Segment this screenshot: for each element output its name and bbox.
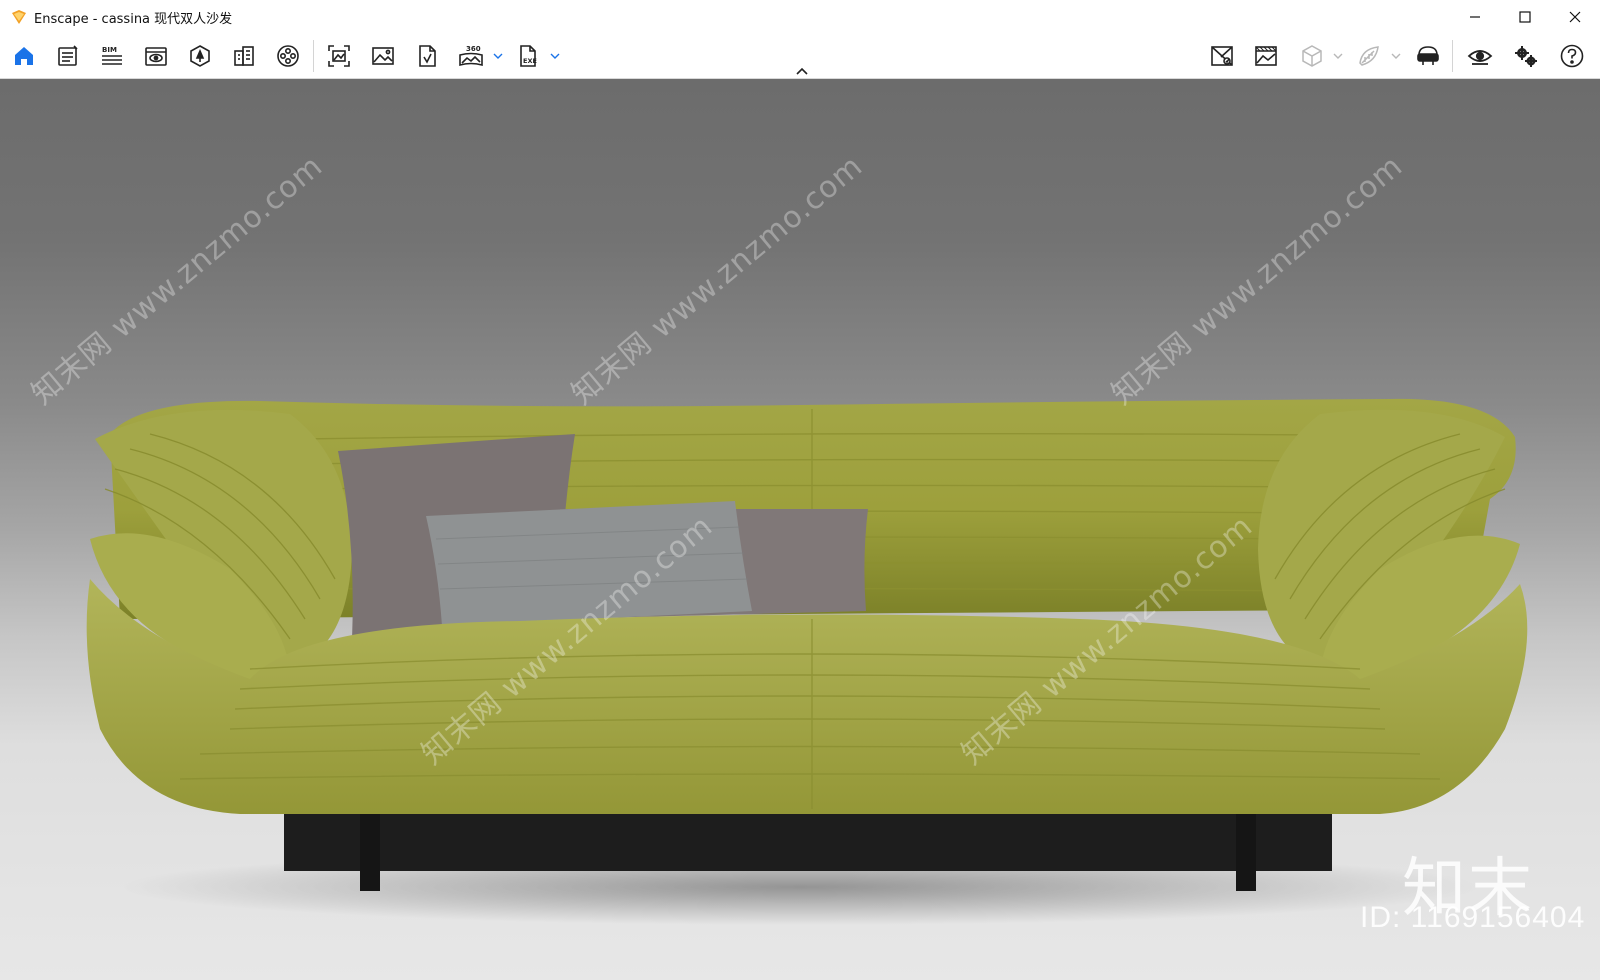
batch-render-button[interactable] — [367, 40, 399, 72]
orthographic-dropdown-caret[interactable] — [1332, 48, 1344, 64]
enscape-logo-icon — [12, 10, 26, 24]
render-settings-button[interactable] — [1250, 40, 1282, 72]
light-view-button[interactable] — [1353, 40, 1385, 72]
panorama-dropdown-caret[interactable] — [492, 48, 504, 64]
bim-icon: BIM — [102, 46, 122, 65]
svg-text:BIM: BIM — [102, 46, 117, 54]
visibility-icon — [1467, 50, 1493, 65]
export-icon: EXE — [520, 45, 537, 67]
material-editor-icon — [234, 46, 254, 66]
asset-library-button[interactable] — [184, 40, 216, 72]
view-management-button[interactable] — [1206, 40, 1238, 72]
vr-headset-icon — [1417, 46, 1439, 65]
render-viewport[interactable]: 知末网 www.znzmo.com 知末网 www.znzmo.com 知末网 … — [0, 79, 1600, 980]
asset-library-icon — [190, 45, 210, 67]
render-settings-icon — [1255, 46, 1277, 66]
help-button[interactable] — [1556, 40, 1588, 72]
screenshot-icon — [328, 45, 350, 67]
svg-text:EXE: EXE — [523, 57, 537, 65]
settings-panel-icon — [58, 45, 78, 66]
export-button[interactable]: EXE — [512, 40, 544, 72]
window-title: Enscape - cassina 现代双人沙发 — [34, 11, 233, 27]
web-standalone-button[interactable] — [411, 40, 443, 72]
maximize-icon — [1519, 11, 1531, 23]
collapse-toolbar-button[interactable] — [793, 64, 811, 78]
help-icon — [1560, 44, 1584, 68]
light-view-dropdown-caret[interactable] — [1390, 48, 1402, 64]
material-editor-button[interactable] — [228, 40, 260, 72]
orthographic-icon — [1302, 45, 1322, 67]
visibility-button[interactable] — [1464, 40, 1496, 72]
svg-text:360: 360 — [466, 45, 481, 53]
close-icon — [1569, 11, 1581, 23]
vr-headset-button[interactable] — [1412, 40, 1444, 72]
general-settings-button[interactable] — [1510, 40, 1542, 72]
export-dropdown-caret[interactable] — [549, 48, 561, 64]
watermark-id: ID: 1169156404 — [1360, 901, 1586, 934]
home-button[interactable] — [8, 40, 40, 72]
minimize-button[interactable] — [1450, 0, 1500, 34]
window-controls — [1450, 0, 1600, 34]
bim-button[interactable]: BIM — [96, 40, 128, 72]
toolbar-separator — [1452, 40, 1453, 72]
title-bar: Enscape - cassina 现代双人沙发 — [0, 0, 1600, 34]
minimize-icon — [1470, 16, 1480, 18]
toolbar-separator — [313, 40, 314, 72]
home-icon — [15, 47, 33, 65]
video-editor-button[interactable] — [272, 40, 304, 72]
chevron-up-icon — [796, 67, 808, 75]
batch-render-icon — [372, 47, 394, 65]
chevron-down-icon — [550, 53, 560, 59]
web-standalone-icon — [419, 45, 436, 67]
video-editor-icon — [277, 45, 299, 67]
chevron-down-icon — [1391, 53, 1401, 59]
close-button[interactable] — [1550, 0, 1600, 34]
visual-settings-icon — [145, 47, 167, 66]
visual-settings-button[interactable] — [140, 40, 172, 72]
view-management-icon — [1211, 46, 1233, 66]
panorama-360-button[interactable]: 360 — [455, 40, 487, 72]
light-view-icon — [1359, 46, 1379, 66]
general-settings-icon — [1515, 46, 1537, 67]
panorama-360-icon: 360 — [459, 45, 483, 67]
screenshot-button[interactable] — [323, 40, 355, 72]
chevron-down-icon — [493, 53, 503, 59]
chevron-down-icon — [1333, 53, 1343, 59]
orthographic-button[interactable] — [1296, 40, 1328, 72]
settings-panel-button[interactable] — [52, 40, 84, 72]
maximize-button[interactable] — [1500, 0, 1550, 34]
